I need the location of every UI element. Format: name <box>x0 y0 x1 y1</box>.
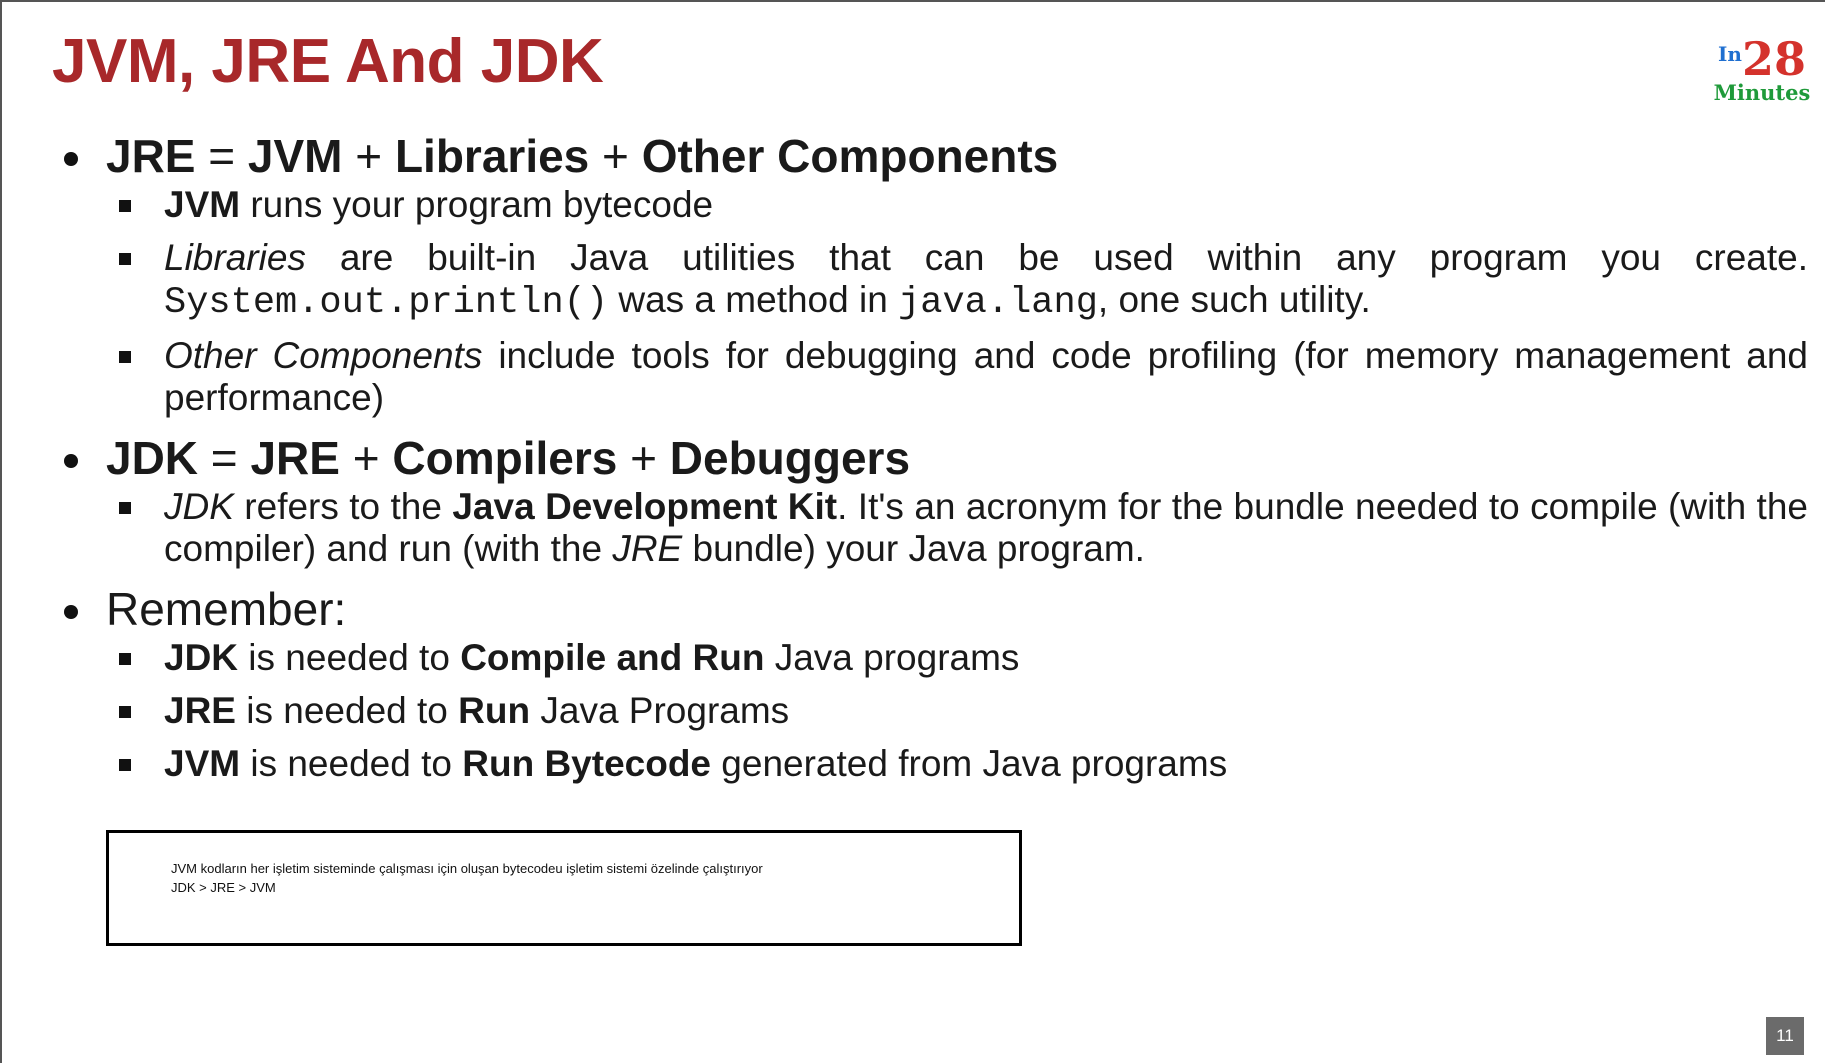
sublist-remember: JDK is needed to Compile and Run Java pr… <box>106 637 1808 785</box>
in28minutes-logo: In28 Minutes <box>1710 32 1814 105</box>
note-textbox[interactable]: JVM kodların her işletim sisteminde çalı… <box>106 830 1022 946</box>
logo-word: Minutes <box>1713 80 1811 105</box>
slide-title: JVM, JRE And JDK <box>52 27 604 96</box>
code-snippet: System.out.println() <box>164 282 609 324</box>
page-number-badge: 11 <box>1766 1017 1804 1055</box>
list-item: JDK is needed to Compile and Run Java pr… <box>106 637 1808 679</box>
bullet-jre: JRE = JVM + Libraries + Other Components… <box>58 128 1808 419</box>
heading-remember: Remember: <box>106 583 347 635</box>
bullet-jdk: JDK = JRE + Compilers + Debuggers JDK re… <box>58 430 1808 570</box>
list-item: Other Components include tools for debug… <box>106 335 1808 419</box>
heading-jre: JRE = JVM + Libraries + Other Components <box>106 130 1059 182</box>
note-line-2: JDK > JRE > JVM <box>171 880 276 895</box>
note-line-1: JVM kodların her işletim sisteminde çalı… <box>171 861 763 876</box>
list-item: Libraries are built-in Java utilities th… <box>106 237 1808 324</box>
list-item: JVM is needed to Run Bytecode generated … <box>106 743 1808 785</box>
bullet-remember: Remember: JDK is needed to Compile and R… <box>58 581 1808 785</box>
sublist-jdk: JDK refers to the Java Development Kit. … <box>106 486 1808 570</box>
logo-number: 28 <box>1741 32 1806 86</box>
sublist-jre: JVM runs your program bytecode Libraries… <box>106 184 1808 419</box>
heading-jdk: JDK = JRE + Compilers + Debuggers <box>106 432 911 484</box>
list-item: JRE is needed to Run Java Programs <box>106 690 1808 732</box>
logo-prefix: In <box>1718 42 1742 66</box>
slide: JVM, JRE And JDK In28 Minutes JRE = JVM … <box>2 2 1825 1063</box>
bullet-list: JRE = JVM + Libraries + Other Components… <box>58 128 1808 796</box>
code-snippet: java.lang <box>898 282 1098 324</box>
list-item: JDK refers to the Java Development Kit. … <box>106 486 1808 570</box>
list-item: JVM runs your program bytecode <box>106 184 1808 226</box>
